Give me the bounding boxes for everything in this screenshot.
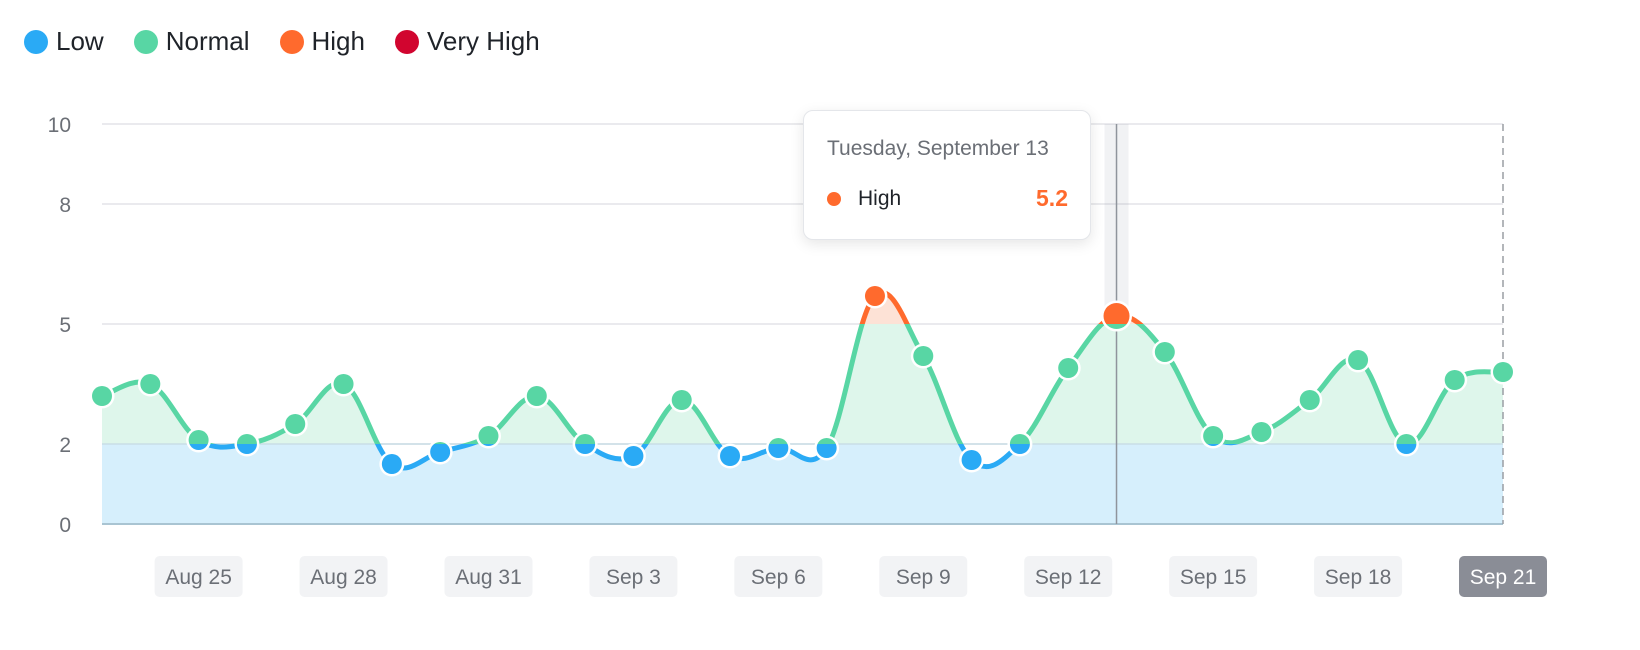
x-tick: Sep 6: [734, 556, 823, 597]
data-point: [572, 431, 598, 457]
data-point-fill: [1348, 350, 1369, 370]
x-tick: Aug 25: [154, 556, 243, 597]
tooltip-row: High 5.2: [827, 185, 1068, 212]
tooltip-dot-icon: [827, 191, 841, 206]
data-point: [669, 387, 695, 413]
x-tick-label: Sep 3: [606, 566, 661, 589]
data-point: [1200, 423, 1226, 449]
x-tick-label: Sep 9: [896, 566, 951, 589]
data-point: [234, 431, 260, 457]
x-tick: Sep 21: [1459, 556, 1547, 597]
data-point-fill: [92, 386, 112, 406]
data-point-fill: [1154, 342, 1175, 362]
data-point: [910, 343, 936, 369]
data-point: [1442, 367, 1468, 393]
data-point: [1248, 419, 1274, 445]
data-point-fill: [913, 346, 934, 366]
data-point-fill: [1203, 426, 1224, 444]
x-tick-label: Aug 28: [310, 566, 377, 589]
data-point: [1490, 359, 1516, 385]
data-point-fill: [140, 374, 161, 394]
data-point-fill: [720, 446, 741, 466]
x-tick-label: Sep 6: [751, 566, 806, 589]
x-tick-label: Sep 21: [1470, 566, 1537, 589]
data-point: [1007, 431, 1033, 457]
data-point-fill: [333, 374, 354, 394]
data-point-fill: [526, 386, 547, 406]
data-point: [331, 371, 357, 397]
y-tick-label: 10: [48, 114, 71, 137]
x-tick: Sep 18: [1314, 556, 1403, 597]
x-tick-label: Aug 25: [165, 566, 232, 589]
tooltip-date: Tuesday, September 13: [827, 137, 1049, 160]
data-point: [1055, 355, 1081, 381]
x-tick: Aug 28: [299, 556, 388, 597]
tooltip-level: High: [858, 186, 902, 210]
data-point-fill: [285, 414, 306, 434]
data-point: [620, 443, 646, 469]
data-point-fill: [864, 286, 885, 306]
x-tick-label: Sep 12: [1035, 566, 1102, 589]
y-tick-label: 2: [59, 434, 71, 457]
data-point-fill: [1251, 422, 1272, 442]
data-point-fill: [671, 390, 692, 410]
data-point-fill: [1493, 362, 1513, 382]
data-point: [814, 435, 840, 461]
data-point-fill: [1444, 370, 1465, 390]
data-point: [427, 439, 453, 465]
data-point: [1297, 387, 1323, 413]
data-point: [1101, 300, 1133, 332]
data-point: [1152, 339, 1178, 365]
data-point-fill: [381, 454, 402, 474]
data-point: [186, 427, 212, 453]
data-point: [282, 411, 308, 437]
data-point: [959, 447, 985, 473]
x-tick: Sep 9: [879, 556, 968, 597]
data-point: [475, 423, 501, 449]
y-tick-label: 8: [59, 194, 71, 217]
tooltip-value: 5.2: [1036, 185, 1068, 211]
data-point-fill: [1058, 358, 1079, 378]
data-point-fill: [623, 446, 644, 466]
x-tick: Sep 12: [1024, 556, 1113, 597]
data-point: [524, 383, 550, 409]
x-tick-label: Aug 31: [455, 566, 522, 589]
x-tick: Sep 3: [589, 556, 678, 597]
x-tick-label: Sep 15: [1180, 566, 1247, 589]
y-tick-label: 5: [59, 314, 71, 337]
data-point: [717, 443, 743, 469]
data-point: [862, 283, 888, 309]
data-point-fill: [1299, 390, 1320, 410]
data-point: [765, 435, 791, 461]
data-point: [89, 383, 115, 409]
y-tick-label: 0: [59, 514, 71, 537]
data-point-fill: [478, 426, 499, 444]
y-axis: 0 2 5 8 10: [48, 114, 71, 537]
data-point: [379, 451, 405, 477]
data-point: [1345, 347, 1371, 373]
x-tick: Aug 31: [444, 556, 533, 597]
x-tick-label: Sep 18: [1325, 566, 1392, 589]
data-point-fill: [961, 450, 982, 470]
tooltip: Tuesday, September 13 High 5.2: [803, 110, 1091, 240]
x-tick: Sep 15: [1169, 556, 1258, 597]
data-point: [1393, 431, 1419, 457]
data-point-fill: [430, 444, 451, 462]
x-axis: Aug 25 Aug 28 Aug 31 Sep 3 Sep 6 Sep 9 Sep 12 S…: [154, 556, 1547, 597]
chart: 0 2 5 8 10 Aug 25 Aug 28 Aug 31 Sep 3 Sep 6 Sep 9…: [48, 114, 1547, 597]
data-point: [137, 371, 163, 397]
